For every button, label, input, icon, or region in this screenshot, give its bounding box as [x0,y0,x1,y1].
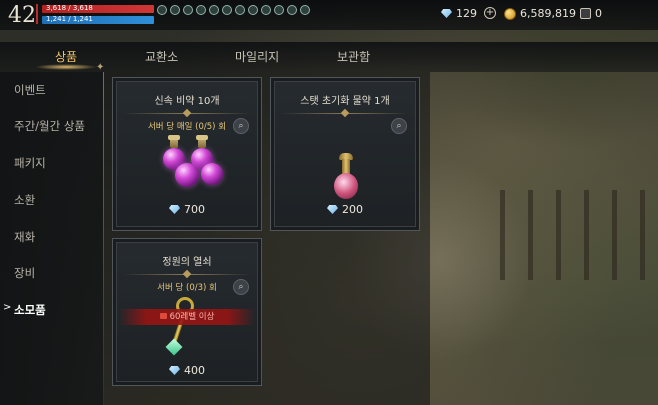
product-title: 스탯 초기화 물약 1개 [300,96,390,107]
mileage-amount: 0 [595,7,602,20]
tab-storage[interactable]: 보관함 [337,48,370,65]
buff-icon[interactable] [157,5,167,15]
buff-icon[interactable] [183,5,193,15]
buff-icon[interactable] [248,5,258,15]
sidebar-item-events[interactable]: 이벤트 [14,82,46,98]
level-requirement-text: 60레벨 이상 [169,312,215,322]
price-value: 700 [184,203,205,216]
product-card[interactable]: 정원의 열쇠 서버 당 (0/3) 회 ⌕ 60레벨 이상 400 [112,238,262,386]
active-marker-icon: > [3,302,12,313]
key-icon [165,297,208,357]
buff-icon[interactable] [196,5,206,15]
product-card[interactable]: 신속 비약 10개 서버 당 매일 (0/5) 회 ⌕ 700 [112,77,262,231]
sidebar-item-weekly-monthly[interactable]: 주간/월간 상품 [14,118,85,134]
price-value: 200 [342,203,363,216]
buff-icon[interactable] [274,5,284,15]
divider-ornament-icon [182,108,192,118]
mileage-icon [580,8,591,19]
add-diamond-button[interactable]: + [484,7,496,19]
diamond-currency[interactable]: 129 [441,7,477,20]
gold-amount: 6,589,819 [520,7,576,20]
buff-icon[interactable] [261,5,271,15]
flask-icon [331,153,361,203]
buff-icon[interactable] [235,5,245,15]
mp-text: 1,241 / 1,241 [46,15,93,23]
sidebar-item-packages[interactable]: 패키지 [14,155,46,171]
status-bar: 42 3,618 / 3,618 1,241 / 1,241 129 + 6,5… [0,0,658,30]
sidebar-item-equipment[interactable]: 장비 [14,265,35,281]
buff-icon[interactable] [300,5,310,15]
diamond-icon [169,205,180,214]
tab-mileage[interactable]: 마일리지 [235,48,279,65]
product-card[interactable]: 스탯 초기화 물약 1개 ⌕ 200 [270,77,420,231]
buff-icon[interactable] [222,5,232,15]
level-requirement-banner: 60레벨 이상 [119,309,255,325]
sidebar-item-consumables[interactable]: 소모품 [14,302,46,318]
product-price: 400 [113,364,261,377]
product-price: 700 [113,203,261,216]
product-title: 정원의 열쇠 [162,257,212,268]
diamond-icon [169,366,180,375]
sidebar-item-currency[interactable]: 재화 [14,229,35,245]
character-level: 42 [8,3,36,28]
mileage-currency[interactable]: 0 [580,7,602,20]
magnifier-icon[interactable]: ⌕ [391,118,407,134]
lock-icon [159,313,167,319]
active-tab-glow [35,64,97,70]
tab-products[interactable]: 상품 [55,48,77,65]
shop-tabs: 상품 ✦ 교환소 마일리지 보관함 [0,42,658,73]
product-title: 신속 비약 10개 [154,96,220,107]
divider-ornament-icon [182,269,192,279]
category-sidebar: 이벤트 주간/월간 상품 패키지 소환 재화 장비 > 소모품 [0,72,104,405]
buff-list [157,5,310,15]
divider-ornament-icon [340,108,350,118]
tab-exchange[interactable]: 교환소 [145,48,178,65]
product-price: 200 [271,203,419,216]
hp-text: 3,618 / 3,618 [46,4,93,12]
gold-currency[interactable]: 6,589,819 [504,7,576,20]
diamond-icon [327,205,338,214]
sidebar-item-summon[interactable]: 소환 [14,192,35,208]
magnifier-icon[interactable]: ⌕ [233,279,249,295]
scene-fence [500,190,658,280]
buff-icon[interactable] [170,5,180,15]
magnifier-icon[interactable]: ⌕ [233,118,249,134]
hp-bar: 3,618 / 3,618 [42,4,154,13]
diamond-icon [441,9,452,18]
price-value: 400 [184,364,205,377]
mp-bar: 1,241 / 1,241 [42,15,154,24]
level-separator [36,4,38,24]
diamond-amount: 129 [456,7,477,20]
buff-icon[interactable] [287,5,297,15]
buff-icon[interactable] [209,5,219,15]
plus-icon: + [484,7,496,19]
gold-coin-icon [504,7,516,20]
